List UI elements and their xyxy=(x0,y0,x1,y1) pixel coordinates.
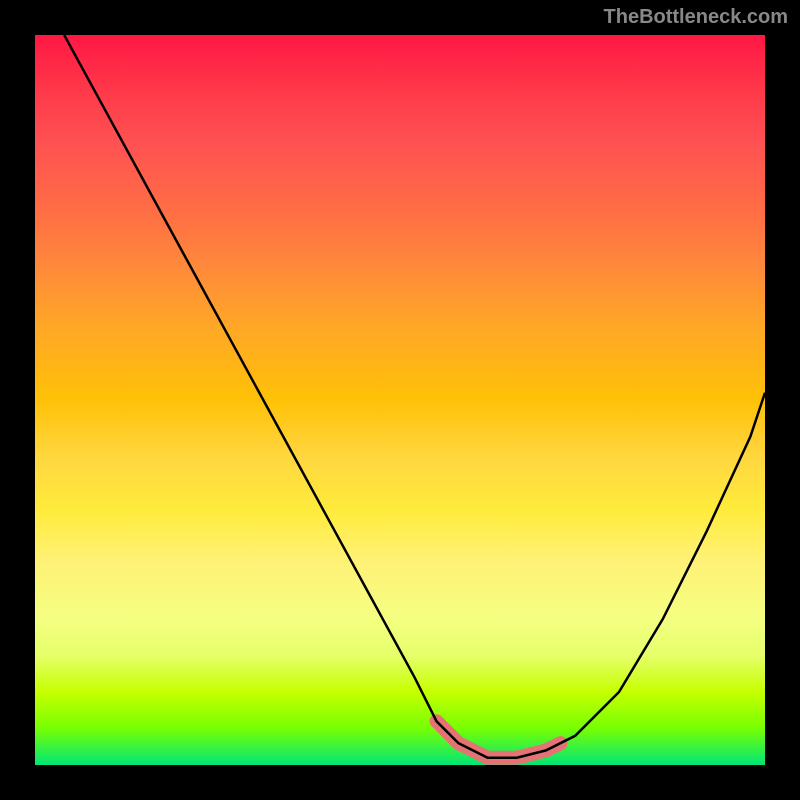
watermark-text: TheBottleneck.com xyxy=(604,6,788,29)
chart-plot-area xyxy=(35,35,765,765)
bottleneck-curve-line xyxy=(64,35,765,758)
optimal-range-highlight xyxy=(437,721,561,758)
chart-svg xyxy=(35,35,765,765)
